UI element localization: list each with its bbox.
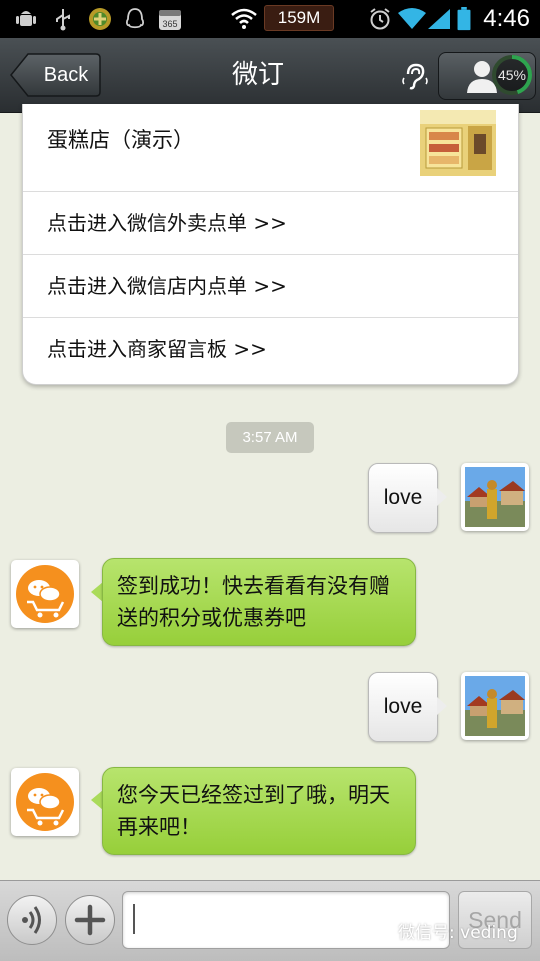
card-link-label: 点击进入微信外卖点单 >> — [47, 211, 287, 235]
plus-icon — [74, 904, 106, 936]
message-text: 您今天已经签过到了哦，明天再来吧！ — [117, 783, 390, 839]
bubble-tail — [437, 488, 447, 506]
message-bubble-outgoing[interactable]: love — [368, 463, 438, 533]
app-green-icon — [89, 8, 111, 30]
shop-logo-icon — [16, 773, 74, 831]
title-bar: Back 微订 45% — [0, 38, 540, 113]
shop-avatar[interactable] — [11, 560, 79, 628]
user-avatar[interactable] — [461, 672, 529, 740]
back-label: Back — [43, 64, 89, 86]
usb-icon — [56, 9, 70, 31]
card-header[interactable]: 蛋糕店（演示） — [23, 104, 518, 192]
back-button[interactable]: Back — [10, 53, 101, 97]
alarm-icon — [370, 8, 390, 30]
card-link-dine-in-order[interactable]: 点击进入微信店内点单 >> — [23, 255, 518, 318]
message-bubble-incoming[interactable]: 您今天已经签过到了哦，明天再来吧！ — [102, 767, 416, 855]
user-avatar-photo — [465, 467, 525, 527]
clock: 4:46 — [483, 5, 530, 32]
wifi-signal-icon — [398, 8, 426, 29]
user-avatar-photo — [465, 676, 525, 736]
chat-timestamp: 3:57 AM — [226, 422, 314, 453]
message-bubble-outgoing[interactable]: love — [368, 672, 438, 742]
card-title: 蛋糕店（演示） — [47, 128, 194, 152]
wechat-logo-icon — [366, 923, 394, 942]
voice-input-button[interactable] — [7, 895, 57, 945]
bubble-tail — [437, 697, 447, 715]
android-debug-icon — [16, 11, 36, 26]
profile-button[interactable]: 45% — [438, 52, 536, 100]
shop-avatar[interactable] — [11, 768, 79, 836]
add-attachment-button[interactable] — [65, 895, 115, 945]
article-card[interactable]: 蛋糕店（演示） 点击进入微信外卖点单 >> 点击进入微信店内点单 >> 点击进入… — [22, 104, 519, 385]
message-text: love — [383, 486, 423, 509]
memory-badge: 159M — [264, 5, 334, 31]
battery-icon — [457, 7, 471, 31]
message-text: 签到成功！快去看看有没有赠送的积分或优惠券吧 — [117, 574, 390, 630]
status-bar: 365 159M 4:46 — [0, 0, 540, 38]
card-link-takeout-order[interactable]: 点击进入微信外卖点单 >> — [23, 192, 518, 255]
card-link-label: 点击进入商家留言板 >> — [47, 337, 267, 361]
page-title: 微订 — [231, 60, 284, 90]
message-text: love — [383, 695, 423, 718]
voice-wave-icon — [22, 906, 41, 934]
calendar-365-icon: 365 — [159, 10, 181, 30]
text-caret — [133, 904, 135, 934]
message-bubble-incoming[interactable]: 签到成功！快去看看有没有赠送的积分或优惠券吧 — [102, 558, 416, 646]
qq-icon — [126, 8, 144, 29]
shop-logo-icon — [16, 565, 74, 623]
watermark-text: 微信号: veding — [398, 923, 518, 943]
wifi-icon — [231, 8, 257, 29]
progress-label: 45% — [497, 67, 527, 83]
bakery-thumbnail — [420, 110, 496, 176]
earpiece-mode-icon[interactable] — [402, 62, 428, 90]
svg-text:365: 365 — [162, 19, 177, 29]
cell-signal-icon — [428, 9, 450, 29]
card-link-message-board[interactable]: 点击进入商家留言板 >> — [23, 318, 518, 380]
card-link-label: 点击进入微信店内点单 >> — [47, 274, 287, 298]
user-avatar[interactable] — [461, 463, 529, 531]
